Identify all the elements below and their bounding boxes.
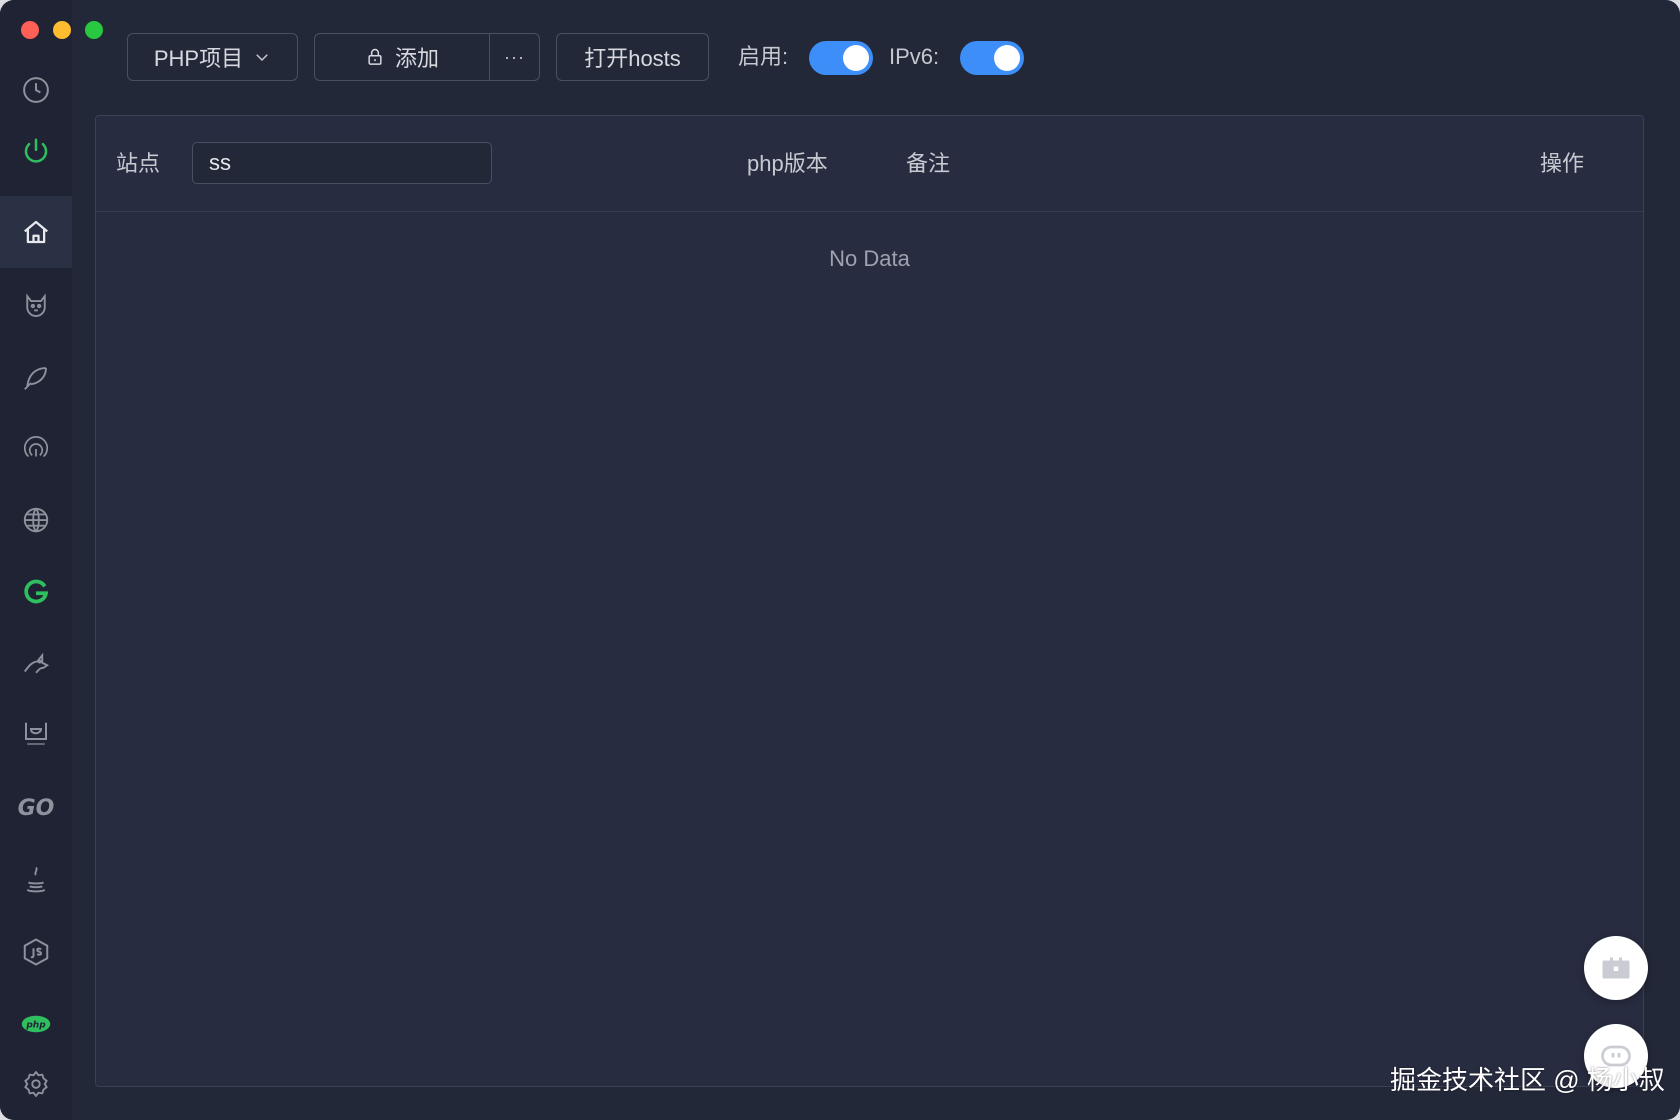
sidebar-item-home[interactable] xyxy=(0,196,72,268)
watermark-text: 掘金技术社区 @ 杨小叔 xyxy=(1390,1065,1665,1095)
home-icon xyxy=(24,220,48,244)
column-site: 站点 xyxy=(116,151,161,176)
add-button-label: 添加 xyxy=(394,46,439,71)
sidebar-item-php[interactable]: php xyxy=(0,996,72,1052)
chevron-down-icon xyxy=(256,54,268,62)
column-note: 备注 xyxy=(906,151,951,176)
go-icon: GO xyxy=(17,795,55,821)
more-options-button[interactable]: ··· xyxy=(490,34,539,80)
toolbox-button[interactable] xyxy=(1584,936,1648,1000)
project-type-select[interactable]: PHP项目 xyxy=(127,33,298,81)
nodejs-icon xyxy=(23,938,49,966)
empty-state-text: No Data xyxy=(829,246,910,271)
window-close-button[interactable] xyxy=(21,21,39,39)
sidebar-item-power[interactable] xyxy=(0,123,72,179)
lock-icon xyxy=(368,48,382,65)
feather-icon xyxy=(24,367,47,390)
sidebar-item-nodejs[interactable] xyxy=(0,924,72,980)
fingerprint-icon xyxy=(23,435,49,458)
sidebar: GO php xyxy=(0,0,103,1120)
sidebar-item-settings[interactable] xyxy=(0,1056,72,1112)
window-minimize-button[interactable] xyxy=(53,21,71,39)
enable-toggle[interactable] xyxy=(809,41,873,75)
sidebar-item-fingerprint[interactable] xyxy=(0,421,72,477)
sidebar-item-apache[interactable] xyxy=(0,350,72,406)
table-header: 站点 php版本 备注 操作 xyxy=(96,116,1643,212)
add-button-group: 添加 ··· xyxy=(314,33,540,81)
sidebar-item-history[interactable] xyxy=(0,62,72,118)
g-icon xyxy=(24,579,49,604)
open-hosts-button[interactable]: 打开hosts xyxy=(556,33,709,81)
globe-icon xyxy=(23,507,49,533)
sidebar-item-java[interactable] xyxy=(0,852,72,908)
cat-icon xyxy=(26,293,46,317)
column-actions: 操作 xyxy=(1540,151,1585,176)
java-icon xyxy=(26,866,46,893)
sidebar-item-cat[interactable] xyxy=(0,278,72,334)
svg-text:php: php xyxy=(25,1020,46,1030)
sidebar-item-g[interactable] xyxy=(0,564,72,620)
sites-table-panel: 站点 php版本 备注 操作 No Data xyxy=(95,115,1644,1087)
column-php-version: php版本 xyxy=(747,151,828,176)
ipv6-label: IPv6: xyxy=(889,44,940,69)
toolbox-icon xyxy=(1602,957,1630,979)
sidebar-item-go[interactable]: GO xyxy=(0,780,72,836)
clock-icon xyxy=(23,77,49,103)
project-type-label: PHP项目 xyxy=(153,46,244,71)
app-window: GO php PHP项目 添加 ··· 打开hosts 启用: IPv6: 站点 xyxy=(0,0,1680,1120)
power-icon xyxy=(24,138,48,163)
tomcat-icon xyxy=(24,652,50,674)
gear-icon xyxy=(24,1070,48,1098)
window-maximize-button[interactable] xyxy=(85,21,103,39)
enable-label: 启用: xyxy=(738,44,789,69)
sidebar-item-web[interactable] xyxy=(0,492,72,548)
site-search-input[interactable] xyxy=(192,142,492,184)
sidebar-item-erlang[interactable] xyxy=(0,706,72,762)
erlang-icon xyxy=(25,722,47,745)
add-button[interactable]: 添加 xyxy=(315,34,490,80)
php-icon: php xyxy=(21,1015,51,1033)
enable-toggle-knob xyxy=(843,45,869,71)
ipv6-toggle-knob xyxy=(994,45,1020,71)
sidebar-item-tomcat[interactable] xyxy=(0,636,72,692)
ipv6-toggle[interactable] xyxy=(960,41,1024,75)
